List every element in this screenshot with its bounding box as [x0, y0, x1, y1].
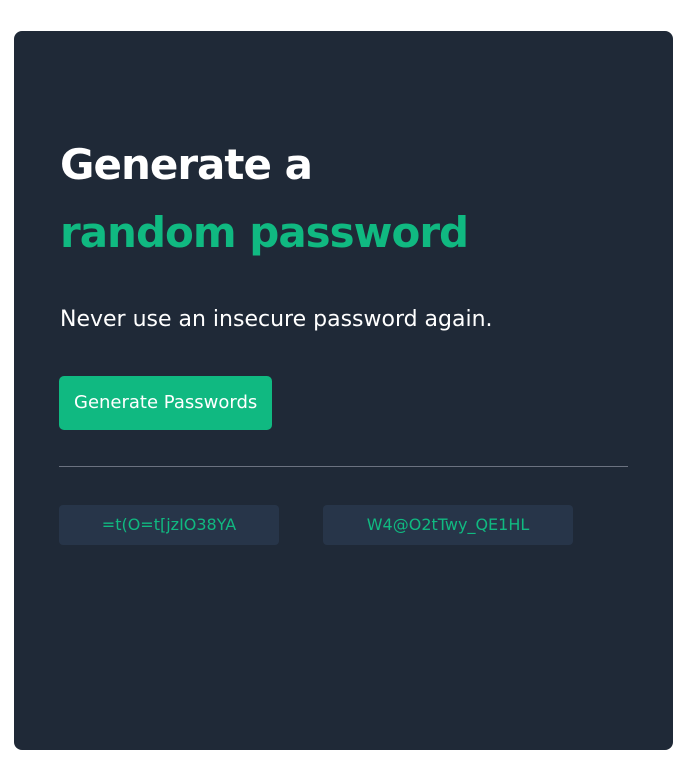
divider	[59, 466, 628, 467]
title-line-1: Generate a	[60, 140, 313, 189]
generate-passwords-button[interactable]: Generate Passwords	[59, 376, 273, 430]
password-output-2[interactable]: W4@O2tTwy_QE1HL	[323, 505, 573, 545]
subtitle: Never use an insecure password again.	[60, 307, 493, 332]
title-line-2-accent: random password	[60, 208, 469, 257]
password-output-1[interactable]: =t(O=t[jzIO38YA	[59, 505, 279, 545]
page-title: Generate a random password	[60, 131, 469, 267]
generator-card: Generate a random password Never use an …	[14, 31, 673, 750]
